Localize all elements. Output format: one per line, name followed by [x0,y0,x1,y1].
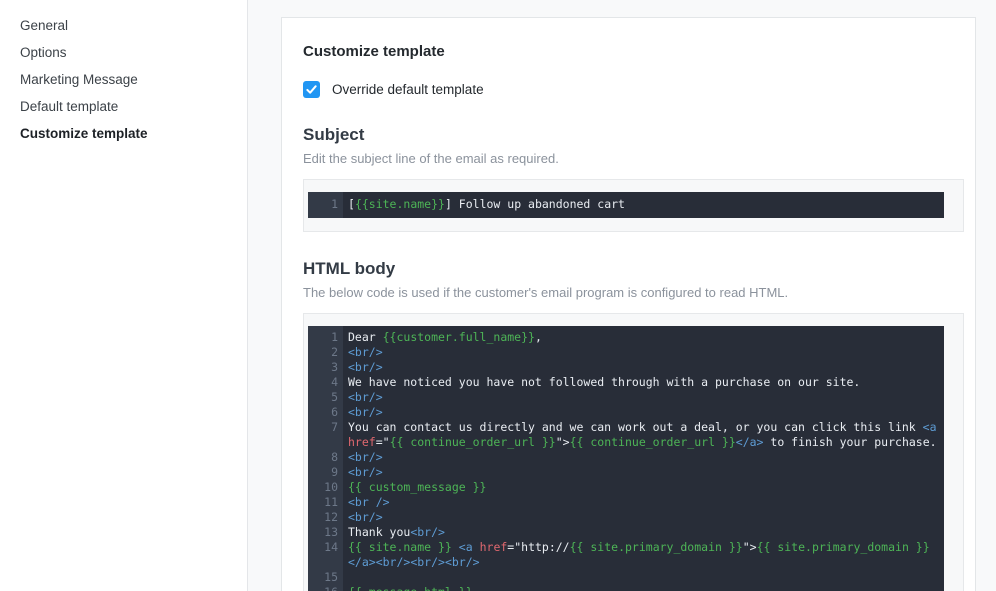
code-text: {{ message_html }} [343,585,944,591]
line-number: 7 [331,420,338,434]
code-text: You can contact us directly and we can w… [348,420,937,449]
subject-description: Edit the subject line of the email as re… [303,151,559,166]
code-text: [{{site.name}}] Follow up abandoned cart [348,197,625,211]
customize-template-card: Customize template Override default temp… [281,17,976,591]
sidebar-item-general[interactable]: General [20,12,247,39]
line-number: 14 [324,540,338,554]
code-line[interactable]: 9 <br/> [308,465,944,480]
code-text: {{ custom_message }} [348,480,487,494]
code-text: <br/> [348,345,383,359]
code-text: <br/> [348,390,383,404]
line-number: 1 [331,197,338,211]
subject-heading: Subject [303,125,365,144]
sidebar-item-marketing-message[interactable]: Marketing Message [20,66,247,93]
code-line[interactable]: 1 Dear {{customer.full_name}}, [308,330,944,345]
code-line[interactable]: 8 <br/> [308,450,944,465]
code-line[interactable]: 2 <br/> [308,345,944,360]
code-text: <br /> [348,495,390,509]
line-number: 1 [331,330,338,344]
code-text: <br/> [348,465,383,479]
sidebar-item-customize-template[interactable]: Customize template [20,120,247,147]
code-line[interactable]: 14 {{ site.name }} <a href="http://{{ sit… [308,540,944,570]
sidebar-item-options[interactable]: Options [20,39,247,66]
sidebar-item-default-template[interactable]: Default template [20,93,247,120]
override-checkbox-label[interactable]: Override default template [332,82,484,97]
code-text: Dear {{customer.full_name}}, [348,330,542,344]
code-line[interactable]: 7 You can contact us directly and we can … [308,420,944,450]
line-number: 9 [331,465,338,479]
subject-editor-widget: 1 [{{site.name}}] Follow up abandoned car… [303,179,964,232]
code-line[interactable]: 3 <br/> [308,360,944,375]
main-content: Customize template Override default temp… [248,0,996,591]
code-line[interactable]: 12 <br/> [308,510,944,525]
settings-sidebar: General Options Marketing Message Default t… [0,0,248,591]
html-body-heading: HTML body [303,259,396,278]
line-number: 8 [331,450,338,464]
checkmark-icon [306,85,317,94]
code-line[interactable]: 15 [308,570,944,585]
line-number: 4 [331,375,338,389]
code-text: We have noticed you have not followed th… [348,375,861,389]
line-number: 2 [331,345,338,359]
html-body-editor-widget: 1 Dear {{customer.full_name}}, 2 <br/> 3 <br/… [303,313,964,591]
line-number: 12 [324,510,338,524]
page-title: Customize template [303,43,445,60]
code-line[interactable]: 6 <br/> [308,405,944,420]
code-text: <br/> [348,360,383,374]
code-line[interactable]: 5 <br/> [308,390,944,405]
line-number: 5 [331,390,338,404]
line-number: 10 [324,480,338,494]
code-line[interactable]: 16{{ message_html }} [308,585,944,591]
override-default-template-row: Override default template [303,81,962,98]
code-line[interactable]: 4 We have noticed you have not followed t… [308,375,944,390]
code-text: <br/> [348,510,383,524]
html-body-description: The below code is used if the customer's… [303,285,789,300]
code-line[interactable]: 11 <br /> [308,495,944,510]
subject-code-editor[interactable]: 1 [{{site.name}}] Follow up abandoned car… [308,192,944,218]
line-number: 13 [324,525,338,539]
code-line[interactable]: 13 Thank you<br/> [308,525,944,540]
code-text: <br/> [348,405,383,419]
override-checkbox[interactable] [303,81,320,98]
html-body-code-editor[interactable]: 1 Dear {{customer.full_name}}, 2 <br/> 3 <br/… [308,326,944,591]
sidebar-nav-list: General Options Marketing Message Default t… [20,12,247,147]
line-number: 6 [331,405,338,419]
line-number: 11 [324,495,338,509]
code-line[interactable]: 1 [{{site.name}}] Follow up abandoned car… [308,197,944,212]
code-text: Thank you<br/> [348,525,445,539]
line-number: 3 [331,360,338,374]
code-text: {{ site.name }} <a href="http://{{ site.… [348,540,930,569]
line-number: 15 [324,570,338,584]
code-text: <br/> [348,450,383,464]
line-number: 16 [308,585,343,591]
code-line[interactable]: 10 {{ custom_message }} [308,480,944,495]
